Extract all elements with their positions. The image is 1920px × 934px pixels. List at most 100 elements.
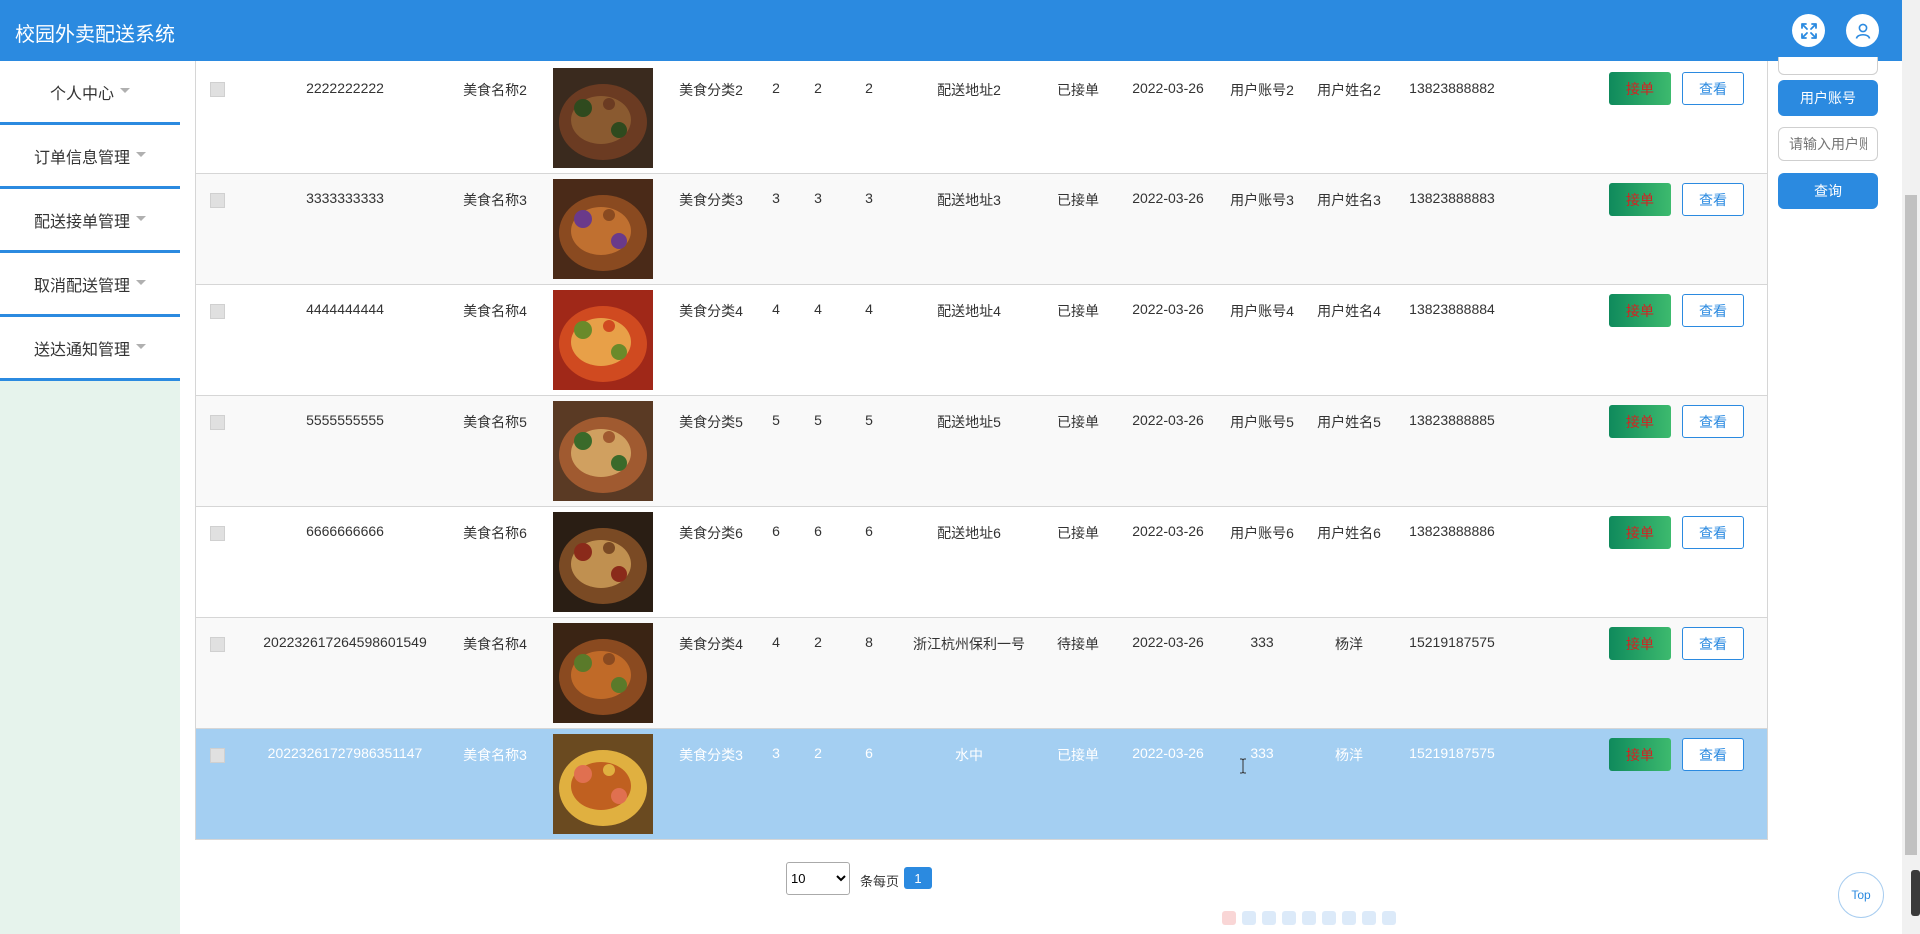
food-photo-icon (553, 68, 653, 168)
cell-food-category: 美食分类6 (679, 525, 743, 541)
cell-order-no: 20223261727986351147 (267, 745, 423, 761)
cell-address: 配送地址2 (937, 82, 1001, 98)
row-checkbox[interactable] (210, 637, 225, 652)
food-image (553, 401, 653, 501)
table-row[interactable]: 2222222222 美食名称2 美食分类2 2 2 2 配送地址2 已接单 2022-03-2… (196, 61, 1767, 174)
sidebar-item-personal-center[interactable]: 个人中心 (0, 61, 180, 125)
cell-food-category: 美食分类3 (679, 747, 743, 763)
caret-down-icon (120, 88, 130, 93)
row-checkbox[interactable] (210, 82, 225, 97)
query-button[interactable]: 查询 (1778, 173, 1878, 209)
toolbar-icon (1262, 911, 1276, 925)
sidebar-item-delivery-notice[interactable]: 送达通知管理 (0, 317, 180, 381)
cell-user-name: 用户姓名6 (1317, 525, 1381, 541)
scrollbar-end-marker (1911, 870, 1920, 916)
toolbar-icon (1242, 911, 1256, 925)
cell-phone: 13823888882 (1409, 80, 1495, 96)
cell-address: 配送地址6 (937, 525, 1001, 541)
food-photo-icon (553, 512, 653, 612)
caret-down-icon (136, 216, 146, 221)
user-icon (1855, 23, 1870, 39)
cell-food-category: 美食分类4 (679, 636, 743, 652)
view-order-button[interactable]: 查看 (1682, 738, 1744, 771)
accept-order-button[interactable]: 接单 (1609, 294, 1671, 327)
food-photo-icon (553, 734, 653, 834)
cell-date: 2022-03-26 (1132, 80, 1204, 96)
search-input-partial[interactable] (1778, 57, 1878, 75)
table-row[interactable]: 5555555555 美食名称5 美食分类5 5 5 5 配送地址5 已接单 2022-03-2… (196, 396, 1767, 507)
cell-order-no: 202232617264598601549 (263, 634, 427, 650)
back-to-top-button[interactable]: Top (1838, 872, 1884, 918)
food-image (553, 290, 653, 390)
user-account-input[interactable] (1778, 127, 1878, 161)
accept-order-button[interactable]: 接单 (1609, 516, 1671, 549)
cell-food-name: 美食名称5 (463, 414, 527, 430)
cell-date: 2022-03-26 (1132, 523, 1204, 539)
table-row[interactable]: 202232617264598601549 美食名称4 美食分类4 4 2 8 浙江杭州保利… (196, 618, 1767, 729)
accept-order-button[interactable]: 接单 (1609, 627, 1671, 660)
cell-user-name: 杨洋 (1335, 636, 1363, 652)
cell-food-name: 美食名称2 (463, 82, 527, 98)
cell-c2: 2 (814, 634, 822, 650)
food-image (553, 734, 653, 834)
cell-c2: 5 (814, 412, 822, 428)
cell-status: 已接单 (1057, 525, 1099, 541)
scrollbar-thumb[interactable] (1905, 195, 1917, 855)
cell-c3: 4 (865, 301, 873, 317)
sidebar-item-delivery-accept[interactable]: 配送接单管理 (0, 189, 180, 253)
fullscreen-button[interactable] (1792, 14, 1825, 47)
cell-status: 待接单 (1057, 636, 1099, 652)
toolbar-icon (1222, 911, 1236, 925)
row-checkbox[interactable] (210, 193, 225, 208)
caret-down-icon (136, 280, 146, 285)
page-size-select[interactable]: 10 (786, 862, 850, 895)
row-checkbox[interactable] (210, 526, 225, 541)
user-account-button[interactable]: 用户账号 (1778, 80, 1878, 116)
food-photo-icon (553, 623, 653, 723)
table-row[interactable]: 20223261727986351147 美食名称3 美食分类3 3 2 6 水中 已接单 20… (196, 729, 1767, 840)
accept-order-button[interactable]: 接单 (1609, 738, 1671, 771)
cell-c2: 6 (814, 523, 822, 539)
user-menu-button[interactable] (1846, 14, 1879, 47)
cell-food-category: 美食分类5 (679, 414, 743, 430)
cell-date: 2022-03-26 (1132, 301, 1204, 317)
top-bar: 校园外卖配送系统 (0, 0, 1902, 61)
caret-down-icon (136, 344, 146, 349)
row-checkbox[interactable] (210, 415, 225, 430)
food-photo-icon (553, 290, 653, 390)
view-order-button[interactable]: 查看 (1682, 405, 1744, 438)
toolbar-icon (1362, 911, 1376, 925)
cell-food-name: 美食名称6 (463, 525, 527, 541)
sidebar-item-label: 个人中心 (49, 85, 114, 103)
cell-c3: 8 (865, 634, 873, 650)
cell-c1: 6 (772, 523, 780, 539)
page-number-current[interactable]: 1 (904, 867, 932, 889)
table-row[interactable]: 4444444444 美食名称4 美食分类4 4 4 4 配送地址4 已接单 2022-03-2… (196, 285, 1767, 396)
row-checkbox[interactable] (210, 748, 225, 763)
cell-status: 已接单 (1057, 414, 1099, 430)
accept-order-button[interactable]: 接单 (1609, 405, 1671, 438)
cell-c1: 4 (772, 634, 780, 650)
view-order-button[interactable]: 查看 (1682, 72, 1744, 105)
sidebar-item-order-info[interactable]: 订单信息管理 (0, 125, 180, 189)
sidebar-item-label: 取消配送管理 (33, 277, 130, 295)
cell-c2: 2 (814, 745, 822, 761)
food-photo-icon (553, 179, 653, 279)
accept-order-button[interactable]: 接单 (1609, 72, 1671, 105)
view-order-button[interactable]: 查看 (1682, 627, 1744, 660)
row-checkbox[interactable] (210, 304, 225, 319)
sidebar-item-cancel-delivery[interactable]: 取消配送管理 (0, 253, 180, 317)
cell-c1: 4 (772, 301, 780, 317)
view-order-button[interactable]: 查看 (1682, 516, 1744, 549)
table-row[interactable]: 3333333333 美食名称3 美食分类3 3 3 3 配送地址3 已接单 2022-03-2… (196, 174, 1767, 285)
cell-food-category: 美食分类3 (679, 192, 743, 208)
cell-phone: 13823888884 (1409, 301, 1495, 317)
cell-account: 用户账号5 (1230, 414, 1294, 430)
cell-c1: 3 (772, 190, 780, 206)
view-order-button[interactable]: 查看 (1682, 294, 1744, 327)
cell-address: 配送地址4 (937, 303, 1001, 319)
view-order-button[interactable]: 查看 (1682, 183, 1744, 216)
table-row[interactable]: 6666666666 美食名称6 美食分类6 6 6 6 配送地址6 已接单 2022-03-2… (196, 507, 1767, 618)
accept-order-button[interactable]: 接单 (1609, 183, 1671, 216)
toolbar-icon (1282, 911, 1296, 925)
